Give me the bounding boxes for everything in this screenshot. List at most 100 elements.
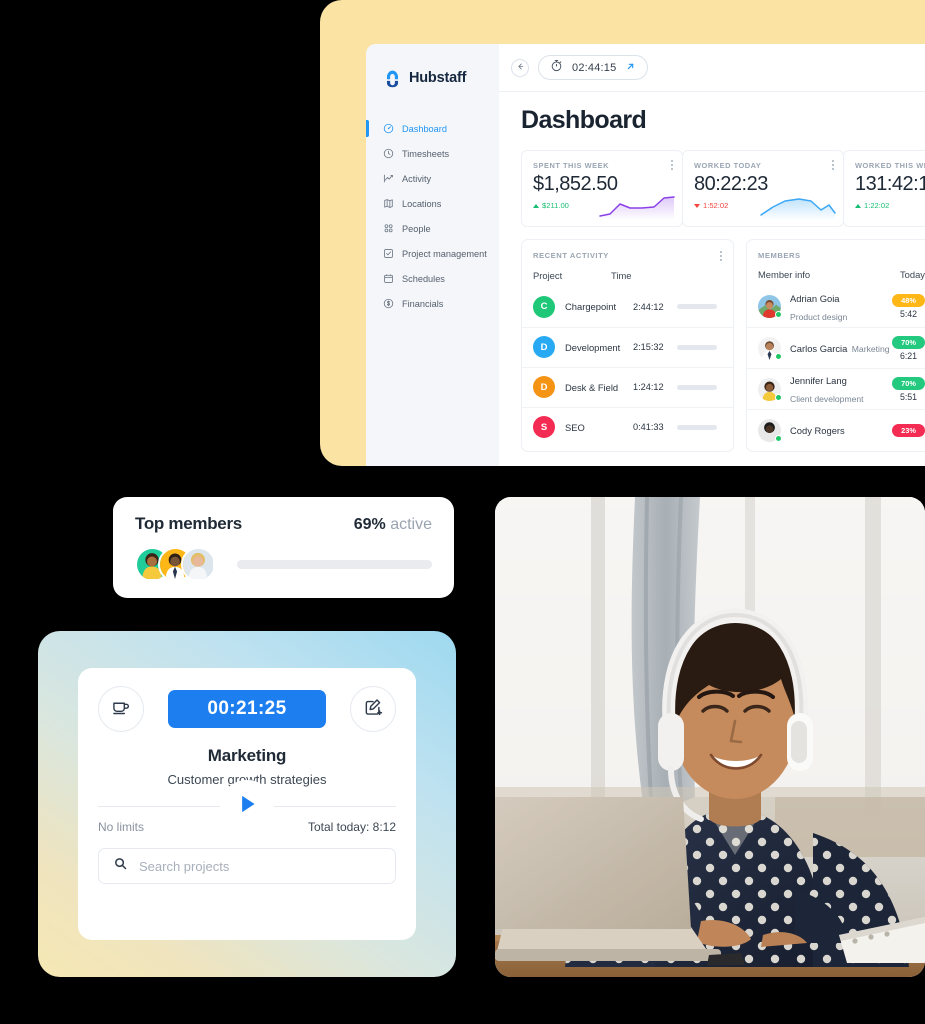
project-time: 2:15:32 — [633, 342, 664, 353]
play-button[interactable] — [220, 779, 274, 834]
activity-column-headers: Project Time — [522, 261, 733, 281]
project-time: 1:24:12 — [633, 382, 664, 393]
stat-label: WORKED THIS WEEK — [855, 161, 925, 170]
member-info: Cody Rogers — [790, 421, 892, 439]
kebab-menu-icon[interactable] — [720, 251, 722, 261]
hubstaff-logo-icon — [383, 69, 402, 88]
status-badge: 70% — [892, 335, 925, 349]
avatar — [758, 295, 782, 318]
sidebar-item-schedules[interactable]: Schedules — [366, 266, 499, 291]
member-info: Jennifer Lang Client development — [790, 371, 892, 407]
search-placeholder: Search projects — [139, 858, 230, 874]
member-name: Carlos Garcia — [790, 343, 848, 354]
activity-rows: C Chargepoint 2:44:12 D Development 2:15… — [522, 287, 733, 447]
progress-bar — [677, 304, 717, 310]
sidebar-item-label: Financials — [402, 298, 444, 309]
kebab-menu-icon[interactable] — [671, 160, 673, 170]
sidebar-nav: Dashboard Timesheets Activity Locations … — [366, 116, 499, 316]
table-row[interactable]: D Development 2:15:32 — [522, 326, 733, 367]
stat-value: $1,852.50 — [533, 173, 618, 195]
triangle-down-icon — [694, 203, 700, 208]
member-today: 70% 6:21 — [892, 335, 925, 361]
timer-widget-top-row: 00:21:25 — [98, 686, 396, 732]
top-members-header: Top members 69% active — [135, 514, 432, 534]
sidebar-item-project-management[interactable]: Project management — [366, 241, 499, 266]
member-name: Jennifer Lang — [790, 375, 847, 386]
table-row[interactable]: Adrian Goia Product design 48% 5:42 — [747, 286, 925, 327]
sidebar-item-people[interactable]: People — [366, 216, 499, 241]
dashboard-body: Dashboard SPENT THIS WEEK $1,852.50 $211… — [499, 92, 925, 466]
stat-value: 131:42:11 — [855, 173, 925, 195]
member-today: 48% 5:42 — [892, 294, 925, 319]
global-timer-pill[interactable]: 02:44:15 — [538, 55, 649, 80]
edit-note-button[interactable] — [350, 686, 396, 732]
stat-cards-row: SPENT THIS WEEK $1,852.50 $211.00 WORKED… — [521, 150, 925, 227]
map-icon — [383, 198, 394, 209]
coffee-cup-icon — [111, 697, 131, 722]
page-root: Hubstaff Dashboard Timesheets Activity L… — [0, 0, 925, 1024]
status-badge: 48% — [892, 294, 925, 307]
percent-suffix: active — [385, 516, 432, 533]
kebab-menu-icon[interactable] — [832, 160, 834, 170]
project-time: 2:44:12 — [633, 301, 664, 312]
clock-icon — [383, 148, 394, 159]
stat-delta-value: $211.00 — [542, 201, 569, 210]
status-badge: 70% — [892, 376, 925, 390]
table-row[interactable]: D Desk & Field 1:24:12 — [522, 366, 733, 407]
timer-display[interactable]: 00:21:25 — [168, 690, 326, 728]
stat-value: 80:22:23 — [694, 173, 768, 195]
arrow-up-right-icon[interactable] — [625, 59, 636, 77]
sidebar-item-label: Schedules — [402, 273, 445, 284]
online-status-dot — [775, 311, 782, 318]
member-name: Adrian Goia — [790, 292, 840, 304]
dashboard-main: 02:44:15 Dashboard SPENT THIS WEEK $1,85… — [499, 44, 925, 466]
sidebar-item-financials[interactable]: Financials — [366, 291, 499, 316]
member-hours: 5:51 — [899, 391, 918, 402]
table-row[interactable]: Jennifer Lang Client development 70% 5:5… — [747, 368, 925, 409]
top-members-body — [135, 547, 432, 582]
avatar-group — [135, 547, 216, 582]
project-name: Development — [565, 341, 621, 353]
stat-delta-value: 1:22:02 — [864, 201, 890, 210]
table-row[interactable]: Cody Rogers 23% — [747, 409, 925, 450]
status-badge: 23% — [892, 423, 925, 437]
woman-with-headphones-at-laptop-photo — [495, 497, 925, 977]
panel-title: RECENT ACTIVITY — [533, 251, 609, 260]
member-today: 70% 5:51 — [892, 376, 925, 402]
chart-line-icon — [383, 173, 394, 184]
back-button[interactable] — [511, 58, 529, 77]
project-name: Chargepoint — [565, 301, 617, 313]
sidebar-item-timesheets[interactable]: Timesheets — [366, 141, 499, 166]
sidebar-item-locations[interactable]: Locations — [366, 191, 499, 216]
member-role: Client development — [790, 394, 864, 404]
member-info: Carlos Garcia Marketing — [790, 339, 892, 357]
project-name: SEO — [565, 421, 585, 433]
sidebar-item-label: Project management — [402, 248, 487, 259]
search-input[interactable]: Search projects — [98, 848, 396, 884]
page-title: Dashboard — [521, 106, 647, 134]
sidebar-item-label: People — [402, 223, 431, 234]
sidebar-item-label: Locations — [402, 198, 442, 209]
top-members-card: Top members 69% active — [113, 497, 454, 598]
online-status-dot — [775, 352, 782, 360]
avatar — [181, 547, 216, 582]
table-row[interactable]: S SEO 0:41:33 — [522, 406, 733, 447]
sidebar-item-activity[interactable]: Activity — [366, 166, 499, 191]
top-members-title: Top members — [135, 514, 242, 533]
project-avatar: C — [533, 295, 555, 318]
member-role: Marketing — [851, 344, 890, 354]
recent-activity-panel: RECENT ACTIVITY Project Time C Chargepoi… — [521, 239, 734, 452]
table-row[interactable]: C Chargepoint 2:44:12 — [522, 287, 733, 327]
brand-name: Hubstaff — [409, 70, 467, 86]
project-avatar: D — [533, 376, 555, 399]
limits-label: No limits — [98, 820, 145, 834]
sidebar-item-dashboard[interactable]: Dashboard — [366, 116, 499, 141]
dashboard-panels-row: RECENT ACTIVITY Project Time C Chargepoi… — [521, 239, 925, 452]
checklist-icon — [383, 248, 394, 259]
percent-value: 69% — [353, 516, 386, 533]
break-button[interactable] — [98, 686, 144, 732]
calendar-icon — [383, 273, 394, 284]
timer-widget-frame: 00:21:25 Marketing Customer growth strat… — [38, 631, 456, 977]
table-row[interactable]: Carlos Garcia Marketing 70% 6:21 — [747, 327, 925, 368]
edit-note-icon — [363, 697, 383, 722]
